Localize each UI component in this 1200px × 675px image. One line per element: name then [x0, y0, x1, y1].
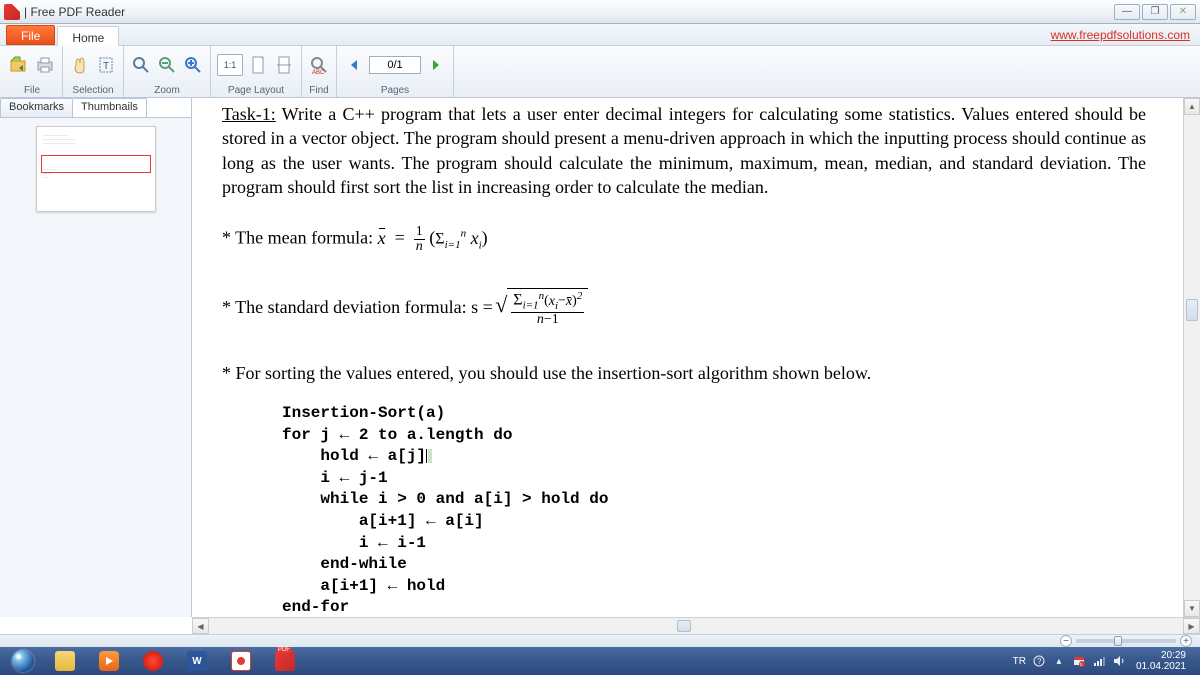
scroll-left-icon[interactable]: ◀	[192, 618, 209, 634]
tab-bookmarks[interactable]: Bookmarks	[0, 98, 73, 117]
taskbar-screenrec[interactable]	[220, 649, 262, 673]
prev-page-icon[interactable]	[343, 54, 365, 76]
ribbon-label-find: Find	[309, 85, 328, 97]
zoom-out-icon[interactable]	[156, 54, 178, 76]
taskbar-explorer[interactable]	[44, 649, 86, 673]
task-text: Write a C++ program that lets a user ent…	[222, 104, 1146, 197]
pseudocode: Insertion-Sort(a) for j ← 2 to a.length …	[282, 403, 1146, 617]
tray-arrow-icon[interactable]: ▴	[1052, 654, 1066, 668]
tray-date: 01.04.2021	[1136, 661, 1186, 672]
vertical-scrollbar[interactable]: ▲ ▼	[1183, 98, 1200, 617]
page-thumbnail[interactable]: ———— ———— ——————————— ——————————— ————— …	[36, 126, 156, 212]
task-paragraph: Task-1: Write a C++ program that lets a …	[222, 102, 1146, 199]
ribbon-label-file: File	[24, 85, 40, 97]
volume-icon[interactable]	[1112, 654, 1126, 668]
scroll-handle[interactable]	[1186, 299, 1198, 321]
scroll-up-icon[interactable]: ▲	[1184, 98, 1200, 115]
page-content: Task-1: Write a C++ program that lets a …	[192, 98, 1200, 617]
maximize-button[interactable]: ❐	[1142, 4, 1168, 20]
actual-size-icon[interactable]: 1:1	[217, 54, 243, 76]
thumbnail-panel: ———— ———— ——————————— ——————————— ————— …	[0, 118, 191, 617]
hscroll-handle[interactable]	[677, 620, 691, 632]
print-icon[interactable]	[34, 54, 56, 76]
taskbar-word[interactable]: W	[176, 649, 218, 673]
taskbar-pdfreader[interactable]: PDF	[264, 649, 306, 673]
zoom-slider-handle[interactable]	[1114, 636, 1122, 646]
fit-width-icon[interactable]	[273, 54, 295, 76]
app-title: | Free PDF Reader	[24, 5, 1114, 19]
zoom-bar: − +	[0, 634, 1200, 647]
workspace: Bookmarks Thumbnails ———— ———— —————————…	[0, 98, 1200, 617]
next-page-icon[interactable]	[425, 54, 447, 76]
ribbon-group-file: File	[2, 46, 63, 97]
zoom-in-icon[interactable]	[182, 54, 204, 76]
app-icon	[4, 4, 20, 20]
taskbar-media[interactable]	[88, 649, 130, 673]
tab-thumbnails[interactable]: Thumbnails	[72, 98, 147, 117]
zoom-in-button[interactable]: +	[1180, 635, 1192, 647]
ribbon: File T Selection Zoom 1:1 Page Layout AB…	[0, 46, 1200, 98]
ribbon-group-zoom: Zoom	[124, 46, 211, 97]
ribbon-group-find: ABC Find	[302, 46, 337, 97]
taskbar-opera[interactable]	[132, 649, 174, 673]
page-number-input[interactable]	[369, 56, 421, 74]
svg-text:?: ?	[1037, 657, 1042, 666]
tray-lang[interactable]: TR	[1013, 656, 1026, 667]
scroll-right-icon[interactable]: ▶	[1183, 618, 1200, 634]
ribbon-label-selection: Selection	[72, 85, 113, 97]
zoom-slider[interactable]	[1076, 639, 1176, 643]
ribbon-label-pagelayout: Page Layout	[228, 85, 284, 97]
text-select-icon[interactable]: T	[95, 54, 117, 76]
ribbon-label-pages: Pages	[381, 85, 409, 97]
svg-text:T: T	[103, 61, 109, 72]
menu-home[interactable]: Home	[57, 26, 119, 46]
windows-logo-icon	[12, 650, 34, 672]
scroll-down-icon[interactable]: ▼	[1184, 600, 1200, 617]
vendor-link[interactable]: www.freepdfsolutions.com	[1051, 28, 1190, 42]
minimize-button[interactable]: —	[1114, 4, 1140, 20]
ribbon-label-zoom: Zoom	[154, 85, 180, 97]
tray-clock[interactable]: 20:29 01.04.2021	[1132, 650, 1190, 672]
flag-icon[interactable]: x	[1072, 654, 1086, 668]
menu-file[interactable]: File	[6, 25, 55, 45]
svg-text:ABC: ABC	[312, 70, 325, 75]
menubar: File Home www.freepdfsolutions.com	[0, 24, 1200, 46]
open-icon[interactable]	[8, 54, 30, 76]
fit-page-icon[interactable]	[247, 54, 269, 76]
task-label: Task-1:	[222, 104, 276, 124]
document-view[interactable]: Task-1: Write a C++ program that lets a …	[192, 98, 1200, 617]
sidebar: Bookmarks Thumbnails ———— ———— —————————…	[0, 98, 192, 617]
tray-time: 20:29	[1136, 650, 1186, 661]
hand-tool-icon[interactable]	[69, 54, 91, 76]
mean-formula: * The mean formula: x = 1n (Σi=1n xi)	[222, 225, 1146, 254]
start-button[interactable]	[4, 648, 42, 674]
ribbon-group-selection: T Selection	[63, 46, 124, 97]
horizontal-scrollbar[interactable]: ◀ ▶	[192, 617, 1200, 634]
window-controls: — ❐ ✕	[1114, 4, 1196, 20]
ribbon-group-pages: Pages	[337, 46, 454, 97]
help-icon[interactable]: ?	[1032, 654, 1046, 668]
find-icon[interactable]: ABC	[308, 54, 330, 76]
sort-note: * For sorting the values entered, you sh…	[222, 361, 1146, 385]
stddev-formula: * The standard deviation formula: s = Σi…	[222, 288, 1146, 326]
network-icon[interactable]	[1092, 654, 1106, 668]
zoom-out-button[interactable]: −	[1060, 635, 1072, 647]
ribbon-group-pagelayout: 1:1 Page Layout	[211, 46, 302, 97]
titlebar: | Free PDF Reader — ❐ ✕	[0, 0, 1200, 24]
taskbar: W PDF TR ? ▴ x 20:29 01.04.2021	[0, 647, 1200, 675]
close-button[interactable]: ✕	[1170, 4, 1196, 20]
system-tray: TR ? ▴ x 20:29 01.04.2021	[1013, 650, 1196, 672]
zoom-tool-icon[interactable]	[130, 54, 152, 76]
